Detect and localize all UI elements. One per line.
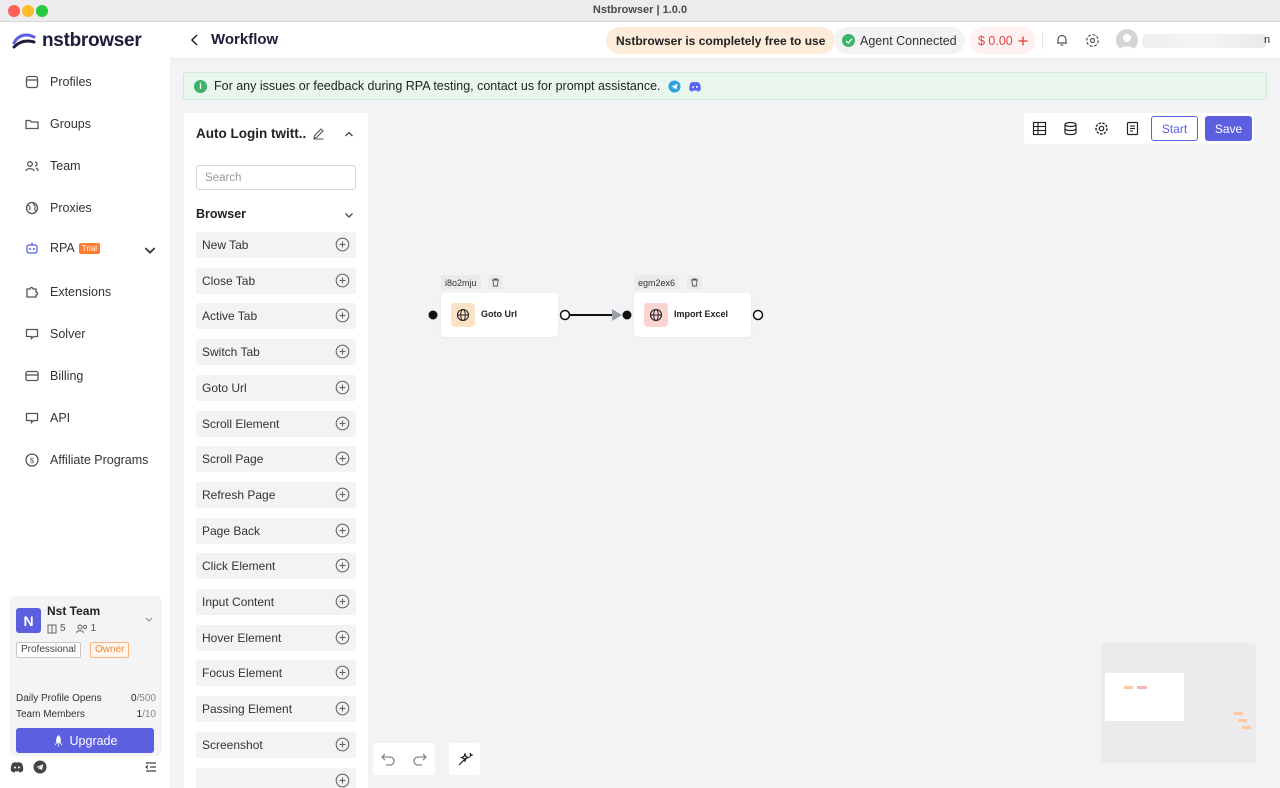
document-icon[interactable] [1125,121,1140,136]
undo-icon[interactable] [380,751,396,767]
goto-url-output-handle[interactable] [559,309,571,321]
minimap-viewport[interactable] [1105,673,1184,721]
edge-arrow [612,309,622,321]
import-excel-input-handle[interactable] [622,310,632,320]
minimap-node [1242,726,1251,729]
globe-icon [451,303,475,327]
node-label: Import Excel [674,309,729,319]
gear-icon[interactable] [1094,121,1109,136]
minimap-node [1238,719,1247,722]
workflow-node-goto-url[interactable]: Goto Url [441,293,558,337]
minimap[interactable] [1101,643,1256,763]
node-label: Goto Url [481,309,517,319]
canvas-toolbar: Start Save [1024,113,1254,144]
table-icon[interactable] [1032,121,1047,136]
history-toolbar [373,743,435,775]
trash-icon[interactable] [687,275,702,290]
magic-wand-icon [458,752,473,766]
workflow-node-import-excel[interactable]: Import Excel [634,293,751,337]
import-excel-output-handle[interactable] [752,309,764,321]
globe-icon [644,303,668,327]
node-id-tag: egm2ex6 [634,275,680,290]
start-button[interactable]: Start [1151,116,1198,141]
trash-icon[interactable] [488,275,503,290]
goto-url-input-handle[interactable] [428,310,438,320]
minimap-node [1137,686,1147,689]
auto-layout-button[interactable] [449,743,480,775]
database-icon[interactable] [1063,121,1078,136]
minimap-node [1234,712,1243,715]
redo-icon[interactable] [412,751,428,767]
node-id-tag: i8o2mju [441,275,481,290]
minimap-node [1124,686,1133,689]
save-button[interactable]: Save [1205,116,1252,141]
